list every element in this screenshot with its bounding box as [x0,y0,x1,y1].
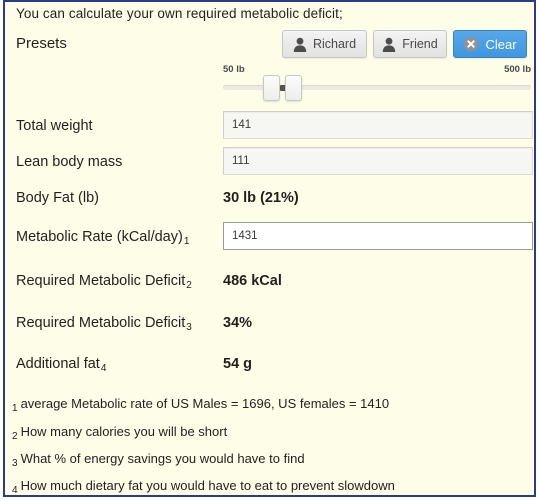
footnote-2-number: 2 [12,431,18,442]
metabolic-calculator-panel: You can calculate your own required meta… [3,0,536,497]
row-total-weight: Total weight [5,111,534,141]
metabolic-rate-label: Metabolic Rate (kCal/day)1 [16,229,190,247]
lean-body-mass-input[interactable] [223,147,533,175]
total-weight-input[interactable] [223,111,533,139]
row-additional-fat: Additional fat4 54 g [5,356,534,386]
presets-label: Presets [16,35,67,52]
intro-text: You can calculate your own required meta… [16,6,343,21]
required-deficit-pct-label: Required Metabolic Deficit3 [16,315,192,333]
person-icon [382,37,396,52]
lean-body-mass-label: Lean body mass [16,154,123,170]
footnote-1: 1 average Metabolic rate of US Males = 16… [12,396,390,414]
footnote-2-text: How many calories you will be short [20,424,228,439]
footnote-1-number: 1 [12,403,18,414]
body-fat-value: 30 lb (21%) [223,190,299,206]
row-body-fat: Body Fat (lb) 30 lb (21%) [5,190,534,220]
footnote-4-text: How much dietary fat you would have to e… [20,478,395,493]
footnote-3: 3 What % of energy savings you would have… [12,451,305,469]
slider-thumb-lower[interactable] [263,75,280,101]
required-deficit-pct-value: 34% [223,315,253,331]
total-weight-label: Total weight [16,118,93,134]
additional-fat-value: 54 g [223,356,253,372]
footnote-4-number: 4 [12,485,18,496]
footnote-3-text: What % of energy savings you would have … [20,451,305,466]
required-deficit-kcal-label: Required Metabolic Deficit2 [16,273,192,291]
additional-fat-label: Additional fat4 [16,356,107,374]
clear-button[interactable]: Clear [453,30,527,58]
clear-button-label: Clear [485,36,517,52]
preset-button-richard[interactable]: Richard [282,30,367,58]
preset-button-friend-label: Friend [402,37,438,51]
footnote-1-text: average Metabolic rate of US Males = 169… [20,396,390,411]
metabolic-rate-input[interactable] [223,222,533,250]
row-metabolic-rate: Metabolic Rate (kCal/day)1 [5,222,534,252]
required-deficit-kcal-value: 486 kCal [223,273,282,289]
preset-button-friend[interactable]: Friend [373,30,447,58]
footnote-4: 4 How much dietary fat you would have to … [12,478,395,496]
person-icon [293,37,307,52]
row-required-deficit-kcal: Required Metabolic Deficit2 486 kCal [5,273,534,303]
body-fat-label: Body Fat (lb) [16,190,99,206]
weight-range-slider[interactable]: 50 lb 500 lb [223,64,531,101]
slider-thumb-upper[interactable] [285,75,302,101]
slider-min-label: 50 lb [223,64,245,75]
footnote-3-number: 3 [12,458,18,469]
preset-button-richard-label: Richard [312,37,357,51]
row-required-deficit-pct: Required Metabolic Deficit3 34% [5,315,534,345]
slider-max-label: 500 lb [504,64,531,75]
row-lean-body-mass: Lean body mass [5,147,534,177]
clear-circle-x-icon [463,36,479,52]
footnote-2: 2 How many calories you will be short [12,424,228,442]
